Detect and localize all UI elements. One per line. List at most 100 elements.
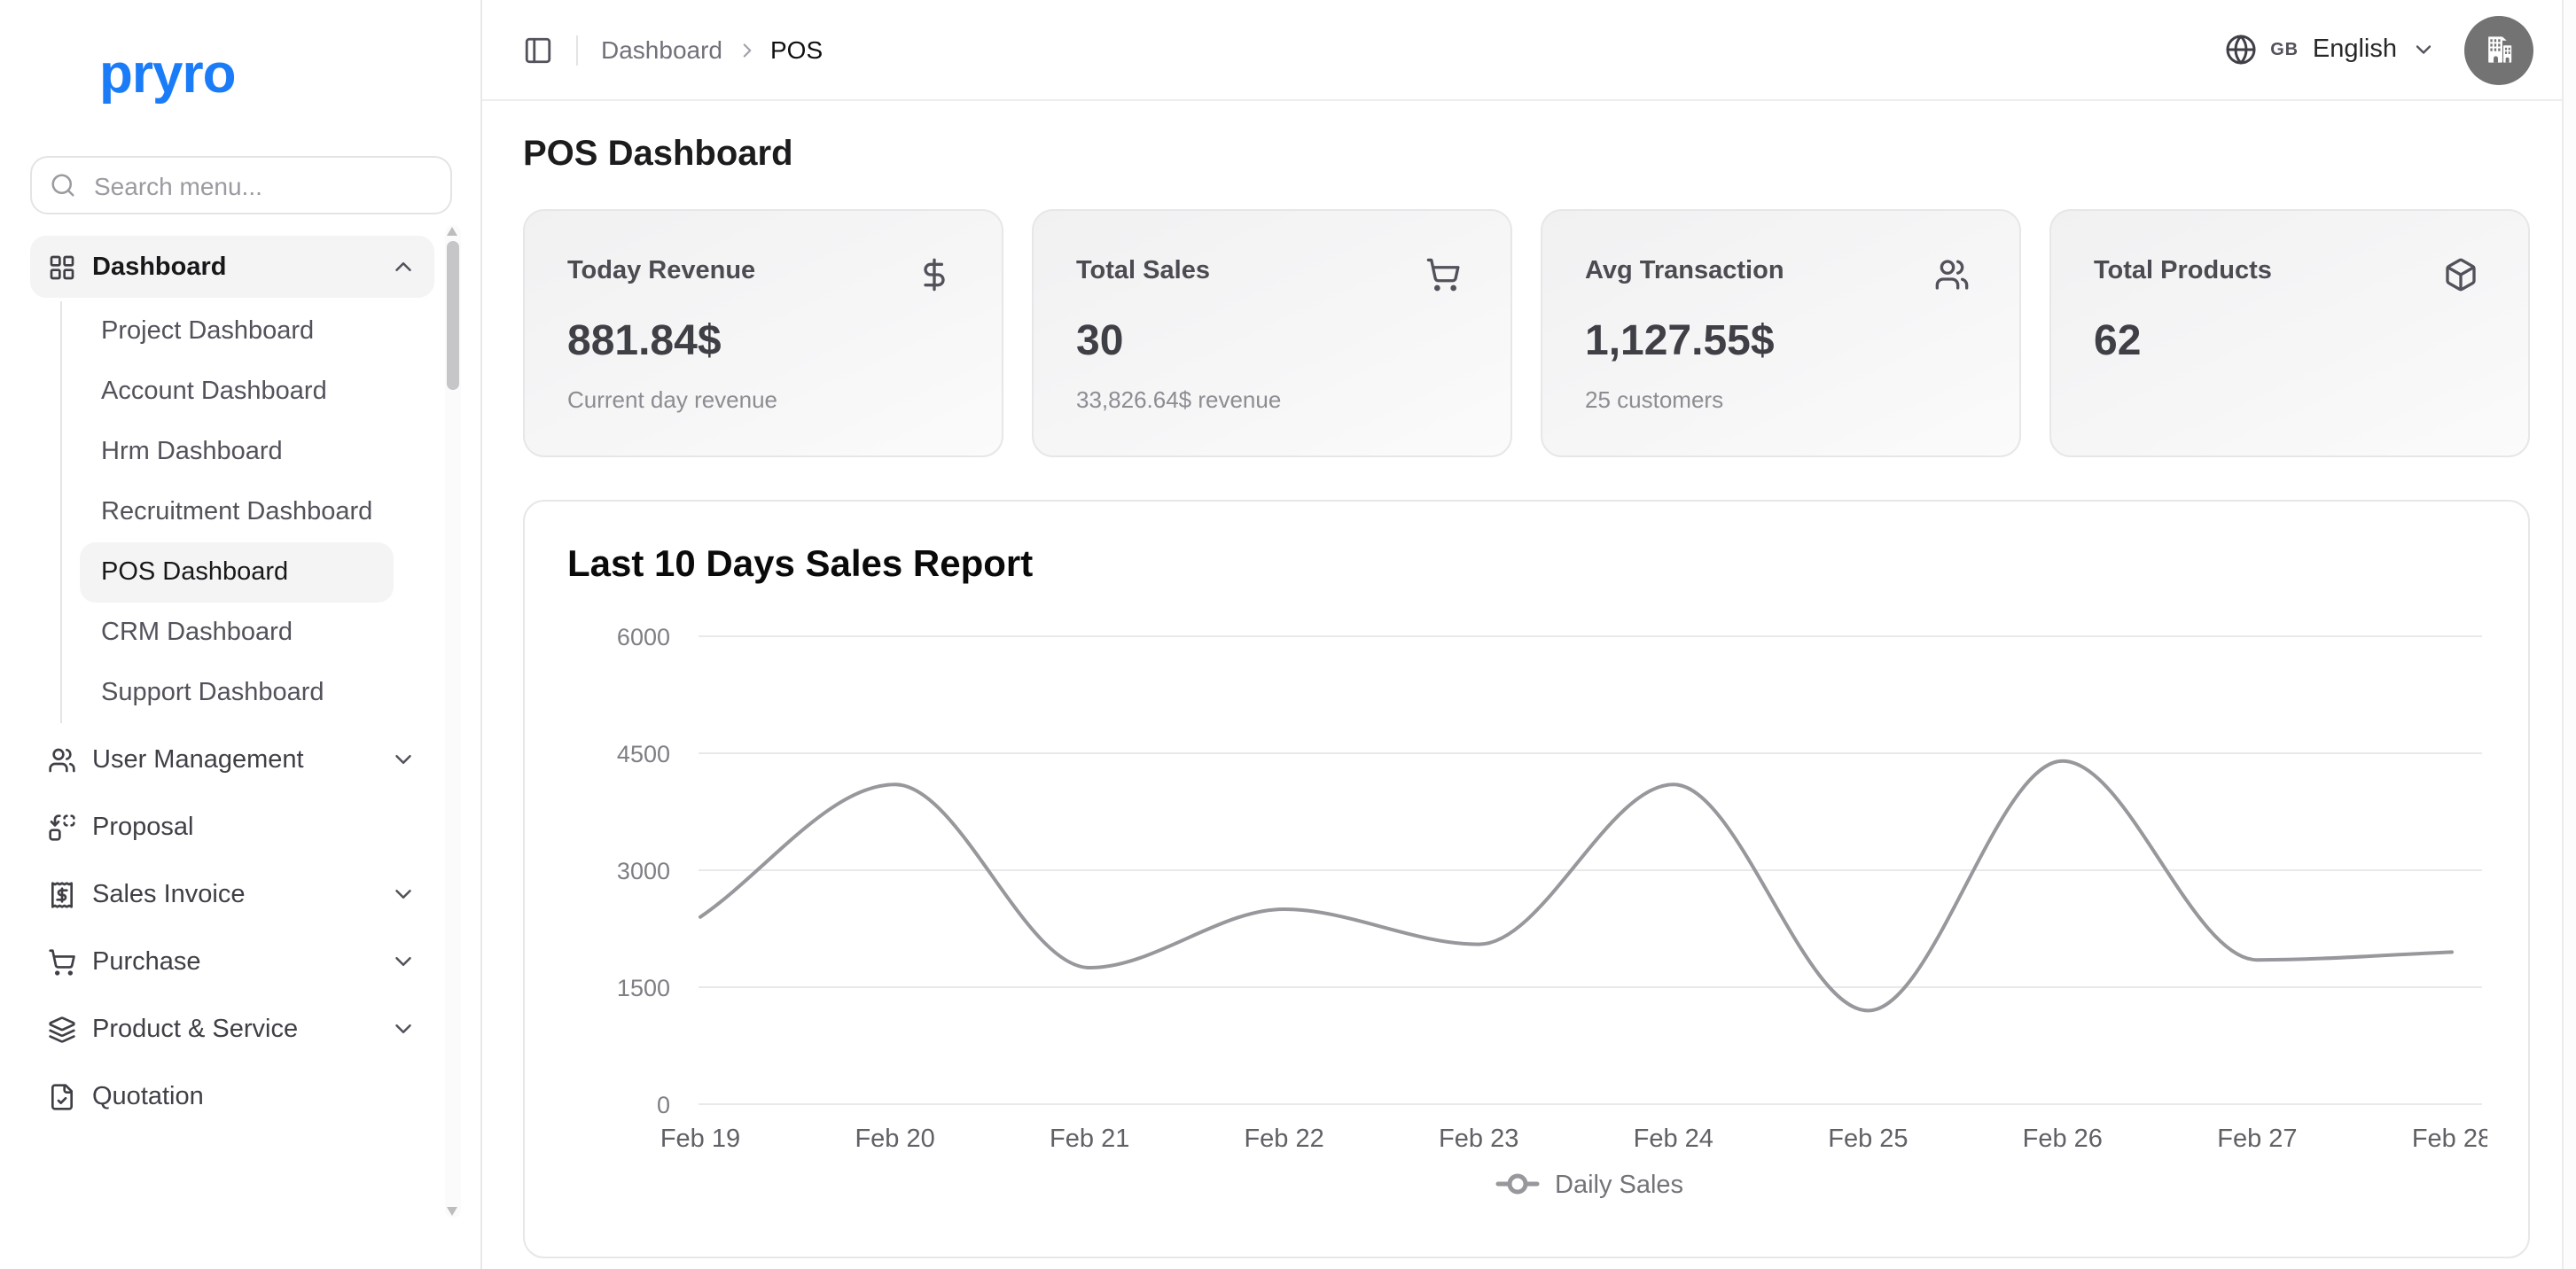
daily-sales-line: [700, 761, 2452, 1011]
replace-icon: [48, 813, 76, 841]
sidebar-subitem-account-dashboard[interactable]: Account Dashboard: [80, 362, 394, 422]
sidebar-item-label: User Management: [92, 745, 374, 774]
sidebar-item-purchase[interactable]: Purchase: [30, 930, 434, 993]
brand-logo[interactable]: pryro: [99, 46, 480, 101]
content: POS Dashboard Today Revenue 881.84$ Curr…: [482, 135, 2576, 1258]
sidebar-item-label: Product & Service: [92, 1015, 374, 1043]
y-tick-label: 4500: [617, 741, 670, 767]
language-selector[interactable]: GB English: [2224, 34, 2436, 66]
stat-card-value: 30: [1076, 317, 1461, 367]
sidebar-subitem-label: Hrm Dashboard: [101, 438, 283, 466]
sidebar-item-user-management[interactable]: User Management: [30, 728, 434, 790]
topbar-right: GB English: [2224, 15, 2533, 84]
y-tick-label: 6000: [617, 624, 670, 650]
stat-card-value: 881.84$: [567, 317, 952, 367]
x-tick-label: Feb 21: [1050, 1125, 1129, 1153]
stat-card-title: Total Products: [2094, 257, 2272, 285]
x-tick-label: Feb 19: [660, 1125, 740, 1153]
breadcrumb-dashboard[interactable]: Dashboard: [601, 35, 722, 64]
users-icon: [1934, 257, 1970, 292]
x-tick-label: Feb 28: [2412, 1125, 2487, 1153]
chevron-up-icon: [390, 253, 417, 280]
layers-icon: [48, 1015, 76, 1043]
main-area: Dashboard POS GB English: [482, 0, 2576, 1269]
x-tick-label: Feb 26: [2023, 1125, 2103, 1153]
sidebar-subitem-hrm-dashboard[interactable]: Hrm Dashboard: [80, 422, 394, 482]
chevron-down-icon: [2411, 37, 2436, 62]
cart-icon: [48, 947, 76, 976]
y-tick-label: 3000: [617, 858, 670, 884]
language-label: English: [2313, 35, 2397, 64]
cart-icon: [1425, 257, 1461, 292]
sidebar-subitem-project-dashboard[interactable]: Project Dashboard: [80, 301, 394, 362]
stat-card-subtitle: Current day revenue: [567, 386, 952, 413]
page-scrollbar[interactable]: [2562, 0, 2576, 1269]
stat-card-title: Total Sales: [1076, 257, 1210, 285]
sidebar-toggle-icon[interactable]: [523, 35, 553, 65]
users-icon: [48, 745, 76, 774]
search-box: [30, 156, 452, 214]
layout-grid-icon: [48, 253, 76, 281]
stat-card-value: 1,127.55$: [1585, 317, 1970, 367]
chevron-down-icon: [390, 881, 417, 907]
sales-report-card: Last 10 Days Sales Report 01500300045006…: [523, 500, 2530, 1258]
globe-icon: [2224, 34, 2256, 66]
sidebar-subitem-label: CRM Dashboard: [101, 619, 293, 647]
stat-card-header: Avg Transaction: [1585, 257, 1970, 292]
chevron-down-icon: [390, 1016, 417, 1042]
stat-card-avg-transaction: Avg Transaction 1,127.55$ 25 customers: [1541, 209, 2021, 457]
x-tick-label: Feb 23: [1439, 1125, 1518, 1153]
avatar[interactable]: [2464, 15, 2533, 84]
search-input[interactable]: [90, 169, 433, 201]
stat-card-header: Total Sales: [1076, 257, 1461, 292]
sales-chart: 01500300045006000Feb 19Feb 20Feb 21Feb 2…: [567, 594, 2486, 1226]
sidebar-item-label: Purchase: [92, 947, 374, 976]
sidebar-item-label: Quotation: [92, 1082, 417, 1110]
x-tick-label: Feb 22: [1244, 1125, 1323, 1153]
x-tick-label: Feb 25: [1828, 1125, 1908, 1153]
sidebar-subitem-label: Recruitment Dashboard: [101, 498, 372, 526]
chevron-right-icon: [735, 38, 758, 61]
sidebar-scrollbar-thumb[interactable]: [447, 241, 459, 390]
search-icon: [50, 172, 76, 199]
stat-card-value: 62: [2094, 317, 2478, 367]
stat-card-title: Avg Transaction: [1585, 257, 1784, 285]
y-tick-label: 1500: [617, 975, 670, 1001]
sidebar-subitem-label: Account Dashboard: [101, 378, 327, 406]
sidebar-subitem-pos-dashboard[interactable]: POS Dashboard: [80, 542, 394, 603]
legend-marker-icon: [1510, 1176, 1526, 1192]
sidebar-subitem-support-dashboard[interactable]: Support Dashboard: [80, 663, 394, 723]
sidebar-item-quotation[interactable]: Quotation: [30, 1065, 434, 1127]
topbar-divider: [576, 35, 578, 65]
chevron-down-icon: [390, 746, 417, 773]
sidebar-item-sales-invoice[interactable]: Sales Invoice: [30, 863, 434, 925]
language-code: GB: [2270, 40, 2299, 59]
sidebar-item-proposal[interactable]: Proposal: [30, 796, 434, 858]
sidebar-item-product-service[interactable]: Product & Service: [30, 998, 434, 1060]
stat-card-total-products: Total Products 62: [2049, 209, 2530, 457]
x-tick-label: Feb 24: [1634, 1125, 1713, 1153]
legend-daily-sales[interactable]: Daily Sales: [1498, 1171, 1683, 1199]
sidebar-scrollbar[interactable]: [445, 225, 461, 1218]
sidebar-subitem-recruitment-dashboard[interactable]: Recruitment Dashboard: [80, 482, 394, 542]
legend-label: Daily Sales: [1555, 1171, 1683, 1199]
scroll-down-arrow[interactable]: [447, 1207, 457, 1216]
x-tick-label: Feb 20: [855, 1125, 934, 1153]
receipt-icon: [48, 880, 76, 908]
app-root: pryro Dashboard Project Dashboard Account …: [0, 0, 2576, 1269]
sidebar-item-label: Proposal: [92, 813, 417, 841]
dollar-icon: [917, 257, 952, 292]
sidebar-subitem-label: Project Dashboard: [101, 317, 314, 346]
sidebar-subitem-crm-dashboard[interactable]: CRM Dashboard: [80, 603, 394, 663]
sidebar-item-label: Sales Invoice: [92, 880, 374, 908]
stat-card-today-revenue: Today Revenue 881.84$ Current day revenu…: [523, 209, 1003, 457]
sidebar-subitem-label: Support Dashboard: [101, 679, 324, 707]
page-title: POS Dashboard: [523, 135, 2530, 175]
chart-title: Last 10 Days Sales Report: [567, 544, 2486, 587]
package-icon: [2443, 257, 2478, 292]
sidebar-item-dashboard[interactable]: Dashboard: [30, 236, 434, 298]
scroll-up-arrow[interactable]: [447, 227, 457, 236]
sidebar-menu: Dashboard Project Dashboard Account Dashbo…: [30, 230, 434, 1127]
stat-card-header: Total Products: [2094, 257, 2478, 292]
x-tick-label: Feb 27: [2217, 1125, 2297, 1153]
